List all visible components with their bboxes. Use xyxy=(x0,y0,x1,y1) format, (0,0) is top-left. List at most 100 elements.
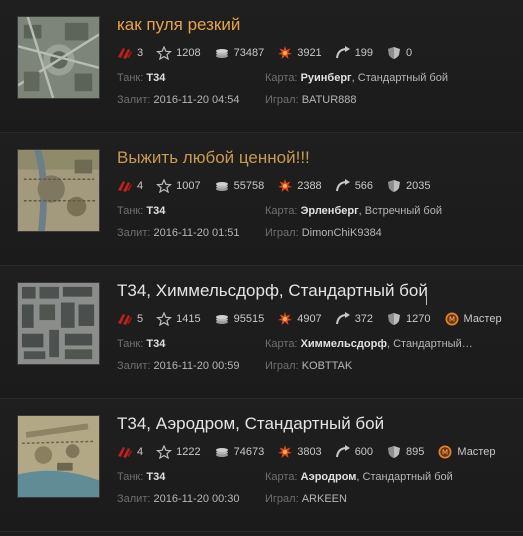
replay-card[interactable]: Выжить любой ценной!!! 4 1007 55758 2388… xyxy=(0,133,523,266)
stat-value: 3 xyxy=(137,47,144,59)
assist-icon xyxy=(335,312,351,326)
blocked-shield-icon xyxy=(386,312,402,326)
stat-credits: 73487 xyxy=(214,46,265,60)
credits-icon xyxy=(214,445,230,459)
credits-icon xyxy=(214,179,230,193)
stat-assist: 600 xyxy=(335,445,373,459)
stat-value: 74673 xyxy=(233,446,265,458)
player-info: Играл: BATUR888 xyxy=(265,94,357,106)
replay-card[interactable]: Т34, Аэродром, Стандартный бой 4 1222 74… xyxy=(0,399,523,532)
player-name[interactable]: KOBTTAK xyxy=(302,360,353,372)
player-name[interactable]: DimonChiK9384 xyxy=(302,227,382,239)
xp-star-icon xyxy=(156,46,172,60)
tank-label: Танк: xyxy=(117,72,144,84)
uploaded-label: Залит: xyxy=(117,94,151,106)
replay-stats: 4 1007 55758 2388 566 2035 xyxy=(117,178,444,194)
xp-star-icon xyxy=(156,312,172,326)
replay-stats: 5 1415 95515 4907 372 1270 Мастер xyxy=(117,311,515,327)
damage-icon xyxy=(277,312,293,326)
map-thumbnail-erlenberg[interactable] xyxy=(17,149,100,232)
tank-name[interactable]: Т34 xyxy=(146,338,165,350)
xp-star-icon xyxy=(156,179,172,193)
map-name[interactable]: Эрленберг xyxy=(301,205,359,217)
player-info: Играл: KOBTTAK xyxy=(265,360,352,372)
damage-icon xyxy=(277,46,293,60)
map-label: Карта: xyxy=(265,72,298,84)
replay-card[interactable]: Т34, Химмельсдорф, Стандартный бой 5 141… xyxy=(0,266,523,399)
tank-name[interactable]: Т34 xyxy=(146,471,165,483)
tank-info: Танк: Т34 xyxy=(117,205,165,217)
map-info: Карта: Эрленберг, Встречный бой xyxy=(265,205,442,217)
played-label: Играл: xyxy=(265,360,299,372)
player-name[interactable]: ARKEEN xyxy=(302,493,347,505)
map-name[interactable]: Аэродром xyxy=(301,471,357,483)
assist-icon xyxy=(335,179,351,193)
stat-value: 1415 xyxy=(176,313,201,325)
stat-value: 1007 xyxy=(176,180,201,192)
stat-value: 4 xyxy=(137,446,144,458)
stat-credits: 74673 xyxy=(214,445,265,459)
battle-mode: , Стандартный… xyxy=(386,338,473,350)
stat-assist: 199 xyxy=(335,46,373,60)
tank-name[interactable]: Т34 xyxy=(146,205,165,217)
player-name[interactable]: BATUR888 xyxy=(302,94,357,106)
map-thumbnail-ruinberg[interactable] xyxy=(17,16,100,99)
blocked-shield-icon xyxy=(386,445,402,459)
map-thumbnail-himmelsdorf[interactable] xyxy=(17,282,100,365)
tank-label: Танк: xyxy=(117,205,144,217)
upload-info: Залит: 2016-11-20 01:51 xyxy=(117,227,240,239)
upload-info: Залит: 2016-11-20 04:54 xyxy=(117,94,240,106)
stat-value: 1222 xyxy=(176,446,201,458)
text-cursor xyxy=(426,287,427,305)
stat-assist: 372 xyxy=(335,312,373,326)
upload-date: 2016-11-20 00:59 xyxy=(153,360,240,372)
stat-blocked: 2035 xyxy=(386,179,431,193)
map-thumbnail-airfield[interactable] xyxy=(17,415,100,498)
map-info: Карта: Химмельсдорф, Стандартный… xyxy=(265,338,473,350)
assist-icon xyxy=(335,46,351,60)
stat-value: 4 xyxy=(137,180,144,192)
credits-icon xyxy=(214,312,230,326)
map-label: Карта: xyxy=(265,338,298,350)
map-name[interactable]: Руинберг xyxy=(301,72,352,84)
upload-date: 2016-11-20 01:51 xyxy=(153,227,240,239)
stat-blocked: 1270 xyxy=(386,312,431,326)
played-label: Играл: xyxy=(265,493,299,505)
stat-value: 73487 xyxy=(233,47,265,59)
map-info: Карта: Аэродром, Стандартный бой xyxy=(265,471,453,483)
damage-icon xyxy=(277,179,293,193)
tank-info: Танк: Т34 xyxy=(117,72,165,84)
stat-value: 1270 xyxy=(406,313,431,325)
stat-value: 1208 xyxy=(176,47,201,59)
replay-stats: 4 1222 74673 3803 600 895 Мастер xyxy=(117,444,508,460)
upload-info: Залит: 2016-11-20 00:30 xyxy=(117,493,240,505)
stat-xp: 1208 xyxy=(156,46,201,60)
stat-damage: 2388 xyxy=(277,179,322,193)
stat-xp: 1415 xyxy=(156,312,201,326)
master-badge-icon xyxy=(444,312,460,326)
tank-name[interactable]: Т34 xyxy=(146,72,165,84)
replay-title[interactable]: Т34, Аэродром, Стандартный бой xyxy=(117,414,384,434)
stat-assist: 566 xyxy=(335,179,373,193)
stat-value: 199 xyxy=(354,47,374,59)
blocked-shield-icon xyxy=(386,179,402,193)
stat-value: 2035 xyxy=(406,180,431,192)
battle-mode: , Стандартный бой xyxy=(356,471,453,483)
stat-damage: 4907 xyxy=(277,312,322,326)
kills-icon xyxy=(117,445,133,459)
stat-value: 600 xyxy=(354,446,374,458)
stat-blocked: 0 xyxy=(386,46,412,60)
stat-blocked: 895 xyxy=(386,445,424,459)
replay-title[interactable]: как пуля резкий xyxy=(117,15,240,35)
played-label: Играл: xyxy=(265,227,299,239)
replay-card[interactable]: как пуля резкий 3 1208 73487 3921 199 0 … xyxy=(0,0,523,133)
replay-title[interactable]: Выжить любой ценной!!! xyxy=(117,148,310,168)
player-info: Играл: DimonChiK9384 xyxy=(265,227,382,239)
map-name[interactable]: Химмельсдорф xyxy=(301,338,387,350)
player-info: Играл: ARKEEN xyxy=(265,493,347,505)
stat-credits: 95515 xyxy=(214,312,265,326)
stat-value: 95515 xyxy=(233,313,265,325)
stat-damage: 3921 xyxy=(277,46,322,60)
stat-xp: 1007 xyxy=(156,179,201,193)
replay-title[interactable]: Т34, Химмельсдорф, Стандартный бой xyxy=(117,281,428,301)
